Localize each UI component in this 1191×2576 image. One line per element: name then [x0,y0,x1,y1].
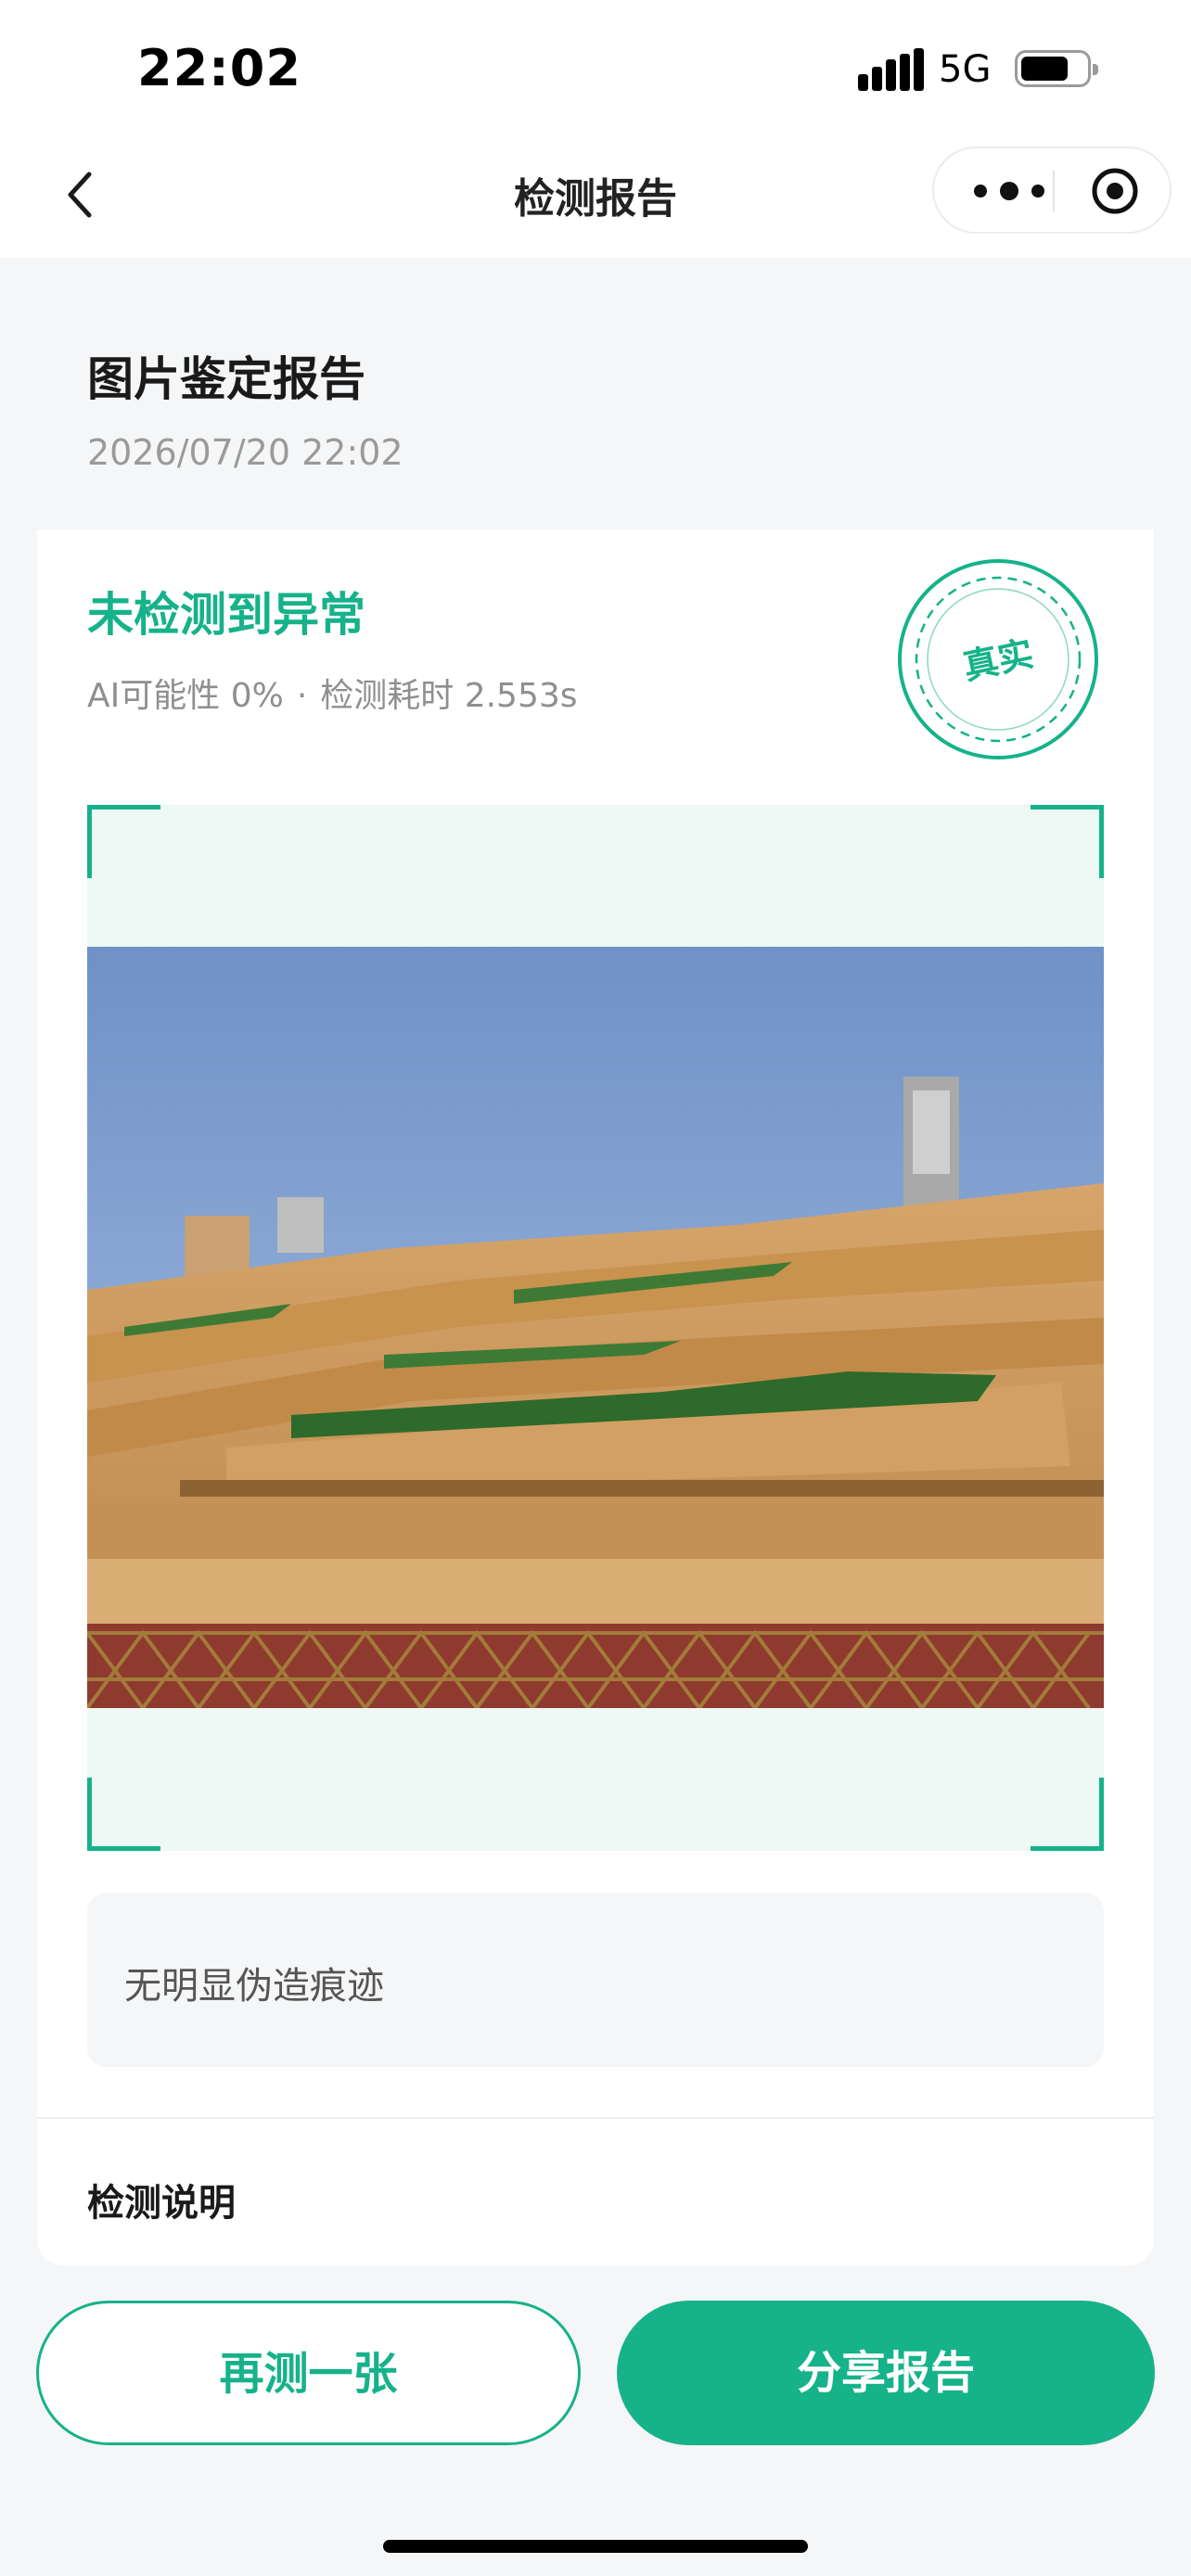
result-title: 未检测到异常 [87,588,365,642]
frame-corner [87,1778,160,1851]
frame-corner [1031,1778,1104,1851]
verdict-text: 无明显伪造痕迹 [124,1965,384,2008]
report-title: 图片鉴定报告 [87,352,365,406]
ai-probability: AI可能性 0% [87,677,284,715]
analyzed-photo[interactable] [87,947,1104,1708]
detection-duration: 检测耗时 2.553s [320,677,578,715]
share-report-button[interactable]: 分享报告 [617,2301,1155,2445]
capsule-divider [1053,171,1055,211]
network-type: 5G [939,48,992,91]
target-circle-icon [1092,168,1138,214]
detection-notes-title: 检测说明 [87,2182,236,2225]
close-miniprogram-button[interactable] [1089,165,1141,217]
report-datetime: 2026/07/20 22:02 [87,432,403,473]
authentic-stamp: 真实 [898,559,1098,759]
bottom-action-bar: 再测一张 分享报告 [0,2265,1191,2576]
divider [37,2117,1154,2119]
verdict-box: 无明显伪造痕迹 [87,1893,1104,2067]
report-card: 图片鉴定报告 2026/07/20 22:02 未检测到异常 AI可能性 0% ·… [37,290,1154,2265]
retry-button[interactable]: 再测一张 [36,2301,581,2445]
more-button[interactable] [967,179,1051,203]
status-time: 22:02 [137,39,301,97]
signal-icon [858,48,924,91]
miniprogram-capsule [932,147,1172,234]
meta-separator: · [296,677,308,715]
more-dots-icon [974,182,1044,200]
nav-bar: 检测报告 [0,139,1191,258]
home-indicator[interactable] [383,2540,808,2553]
result-meta: AI可能性 0% · 检测耗时 2.553s [87,669,578,717]
status-bar: 22:02 5G [0,0,1191,139]
frame-corner [87,805,160,878]
battery-icon [1015,50,1098,87]
report-header: 图片鉴定报告 2026/07/20 22:02 [37,290,1154,529]
stamp-label: 真实 [959,633,1037,688]
frame-corner [1031,805,1104,878]
image-frame [87,805,1104,1851]
